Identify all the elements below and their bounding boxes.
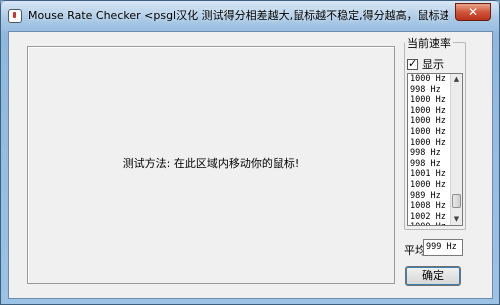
app-window: Mouse Rate Checker <psgl汉化 测试得分相差越大,鼠标越不… — [0, 0, 500, 305]
current-rate-group: 当前速率 显示 1000 Hz998 Hz1000 Hz1000 Hz1000 … — [404, 35, 466, 230]
app-icon — [8, 9, 22, 23]
show-label: 显示 — [422, 58, 444, 71]
client-area: 测试方法: 在此区域内移动你的鼠标! 当前速率 显示 1000 Hz998 Hz… — [8, 31, 493, 299]
title-bar[interactable]: Mouse Rate Checker <psgl汉化 测试得分相差越大,鼠标越不… — [1, 1, 499, 31]
window-title: Mouse Rate Checker <psgl汉化 测试得分相差越大,鼠标越不… — [28, 9, 448, 22]
scroll-up-icon[interactable]: ▲ — [451, 74, 462, 85]
scroll-down-icon[interactable]: ▼ — [451, 214, 462, 225]
scroll-thumb[interactable] — [452, 194, 461, 208]
show-toggle[interactable]: 显示 — [407, 56, 444, 71]
ok-button[interactable]: 确定 — [405, 266, 461, 286]
mouse-test-area[interactable]: 测试方法: 在此区域内移动你的鼠标! — [27, 46, 395, 284]
average-field: 999 Hz — [423, 239, 463, 256]
test-instructions: 测试方法: 在此区域内移动你的鼠标! — [122, 157, 300, 170]
rate-list[interactable]: 1000 Hz 998 Hz 1000 Hz 1000 Hz 1000 Hz 1000 H… — [407, 73, 463, 226]
rate-list-scrollbar[interactable]: ▲ ▼ — [450, 74, 462, 225]
current-rate-title: 当前速率 — [405, 35, 453, 51]
close-button[interactable]: ✕ — [455, 3, 491, 21]
show-checkbox[interactable] — [407, 57, 418, 71]
